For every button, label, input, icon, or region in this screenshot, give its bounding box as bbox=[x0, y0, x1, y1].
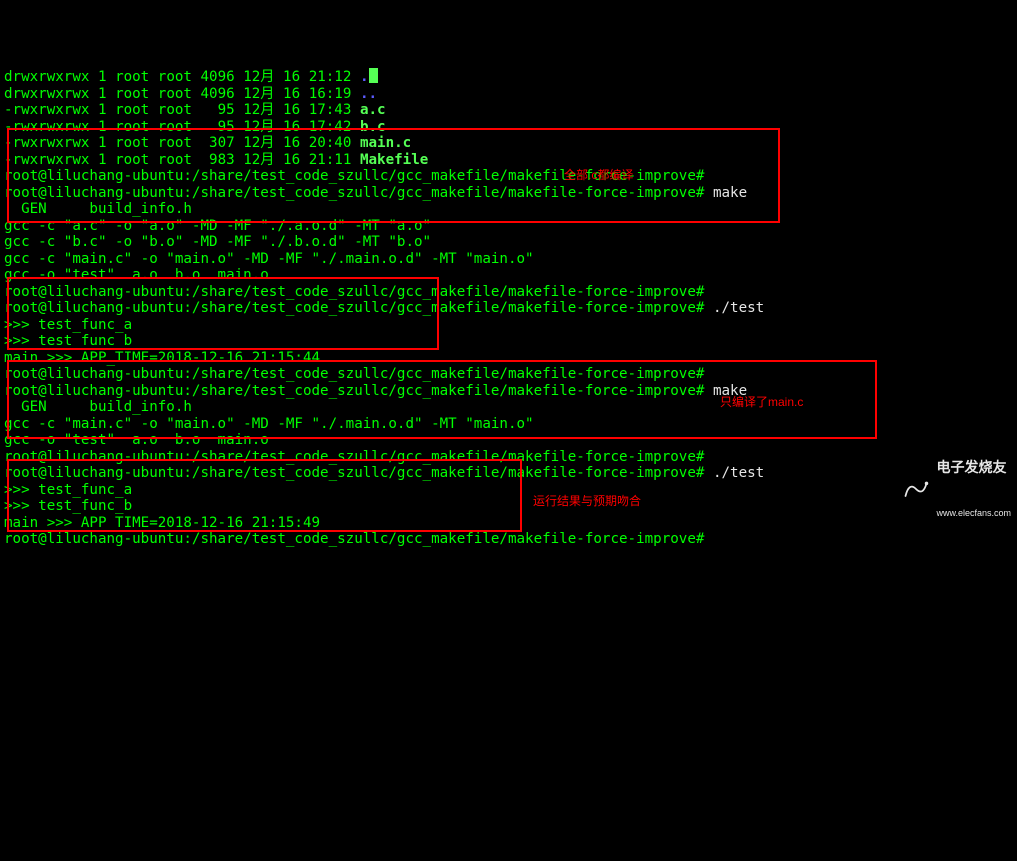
out-a: >>> test_func_a bbox=[4, 482, 132, 498]
cursor bbox=[369, 68, 378, 83]
terminal[interactable]: drwxrwxrwx 1 root root 4096 12月 16 21:12… bbox=[4, 52, 1013, 548]
cmd-test[interactable]: ./test bbox=[713, 465, 764, 481]
cmd-make[interactable]: make bbox=[713, 185, 747, 201]
ls-row: -rwxrwxrwx 1 root root 95 12月 16 17:43 bbox=[4, 102, 360, 118]
watermark-cn: 电子发烧友 bbox=[936, 460, 1011, 474]
anno-text-only: 只编译了main.c bbox=[720, 395, 803, 409]
watermark: 电子发烧友 www.elecfans.com bbox=[902, 427, 1011, 551]
prompt: root@liluchang-ubuntu:/share/test_code_s… bbox=[4, 300, 704, 316]
gcc-b: gcc -c "b.c" -o "b.o" -MD -MF "./.b.o.d"… bbox=[4, 234, 431, 250]
gcc-a: gcc -c "a.c" -o "a.o" -MD -MF "./.a.o.d"… bbox=[4, 218, 431, 234]
out-time1: main >>> APP_TIME=2018-12-16 21:15:44 bbox=[4, 350, 320, 366]
prompt: root@liluchang-ubuntu:/share/test_code_s… bbox=[4, 366, 704, 382]
out-b: >>> test_func_b bbox=[4, 498, 132, 514]
anno-text-result: 运行结果与预期吻合 bbox=[533, 494, 641, 508]
file-makefile: Makefile bbox=[360, 152, 428, 168]
dir-dot: . bbox=[360, 69, 369, 85]
prompt: root@liluchang-ubuntu:/share/test_code_s… bbox=[4, 531, 704, 547]
prompt: root@liluchang-ubuntu:/share/test_code_s… bbox=[4, 465, 704, 481]
ls-row: -rwxrwxrwx 1 root root 95 12月 16 17:42 bbox=[4, 119, 360, 135]
gcc-link: gcc -o "test" a.o b.o main.o bbox=[4, 267, 269, 283]
ls-row: drwxrwxrwx 1 root root 4096 12月 16 16:19 bbox=[4, 86, 360, 102]
file-bc: b.c bbox=[360, 119, 386, 135]
gcc-main: gcc -c "main.c" -o "main.o" -MD -MF "./.… bbox=[4, 251, 534, 267]
ls-row: -rwxrwxrwx 1 root root 983 12月 16 21:11 bbox=[4, 152, 360, 168]
prompt: root@liluchang-ubuntu:/share/test_code_s… bbox=[4, 185, 704, 201]
prompt: root@liluchang-ubuntu:/share/test_code_s… bbox=[4, 383, 704, 399]
prompt: root@liluchang-ubuntu:/share/test_code_s… bbox=[4, 449, 704, 465]
watermark-icon bbox=[902, 475, 930, 503]
dir-dotdot: .. bbox=[360, 86, 377, 102]
gen-line: GEN build_info.h bbox=[4, 399, 192, 415]
file-ac: a.c bbox=[360, 102, 386, 118]
cmd-test[interactable]: ./test bbox=[713, 300, 764, 316]
out-b: >>> test_func_b bbox=[4, 333, 132, 349]
gcc-main: gcc -c "main.c" -o "main.o" -MD -MF "./.… bbox=[4, 416, 534, 432]
out-time2: main >>> APP_TIME=2018-12-16 21:15:49 bbox=[4, 515, 320, 531]
gen-line: GEN build_info.h bbox=[4, 201, 192, 217]
file-mainc: main.c bbox=[360, 135, 411, 151]
gcc-link: gcc -o "test" a.o b.o main.o bbox=[4, 432, 269, 448]
anno-text-all: 全部.c都编译 bbox=[564, 168, 633, 182]
ls-row: -rwxrwxrwx 1 root root 307 12月 16 20:40 bbox=[4, 135, 360, 151]
prompt: root@liluchang-ubuntu:/share/test_code_s… bbox=[4, 284, 704, 300]
ls-row: drwxrwxrwx 1 root root 4096 12月 16 21:12 bbox=[4, 69, 360, 85]
watermark-en: www.elecfans.com bbox=[936, 509, 1011, 518]
out-a: >>> test_func_a bbox=[4, 317, 132, 333]
